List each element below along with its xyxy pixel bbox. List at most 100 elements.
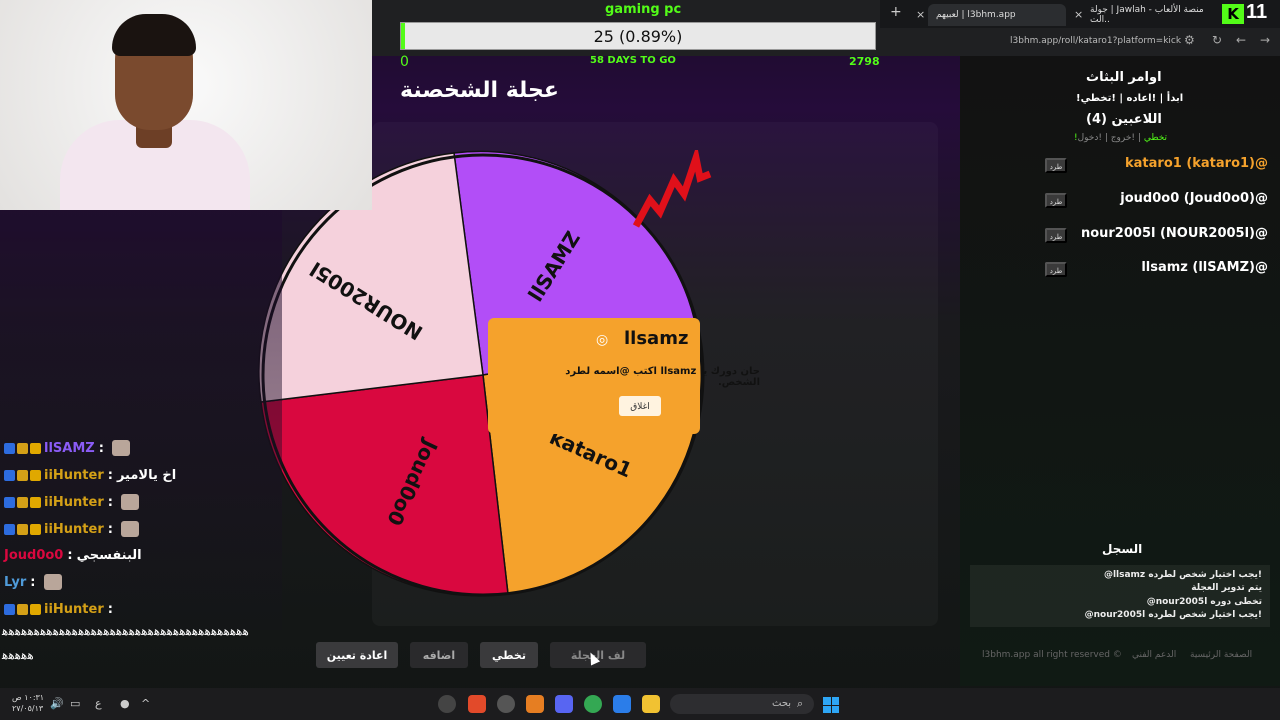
player-command-links: !تخطي | !خروج | !دخول [1074,133,1168,143]
chat-message: iiHunter: [4,518,139,540]
add-button[interactable]: اضافه [410,642,468,668]
spin-button[interactable]: لف العجلة [550,642,646,668]
obs-icon[interactable] [438,695,456,713]
brave-icon[interactable] [468,695,486,713]
close-tab-icon[interactable]: × [916,8,925,21]
reset-button[interactable]: اعادة تعيين [316,642,398,668]
chat-text: اخ يالامير [116,467,177,483]
chat-username: iiHunter [44,601,104,617]
webcam-overlay [0,0,372,210]
chat-spam-line: ﻫﻫﻫﻫﻫﻫﻫﻫﻫﻫﻫﻫﻫﻫﻫﻫﻫﻫﻫﻫﻫﻫﻫﻫﻫﻫﻫﻫﻫﻫﻫﻫﻫﻫﻫﻫﻫﻫﻫ [2,624,250,638]
kick-logo-icon: K [1222,4,1244,24]
player-row: طرد nour2005l (NOUR2005l)@ [1040,226,1268,246]
chat-separator: : [107,601,113,617]
chat-separator: : [98,440,104,456]
footer-rights: l3bhm.app all right reserved © [982,650,1122,660]
address-bar[interactable]: l3bhm.app/roll/kataro1?platform=kick [1010,36,1181,46]
badge-icon [4,496,15,508]
chat-badges [4,603,41,615]
target-icon: ◎ [596,332,609,348]
kick-button[interactable]: طرد [1045,158,1067,173]
badge-icon [30,442,41,454]
goal-min: 0 [400,54,409,70]
clock-time: ١٠:٣١ ص [12,693,45,702]
clock: ١٠:٣١ ص ٢٧/٠٥/١٣ [12,692,44,714]
chat-username: llSAMZ [44,440,95,456]
chevron-up-icon[interactable]: ^ [141,697,150,710]
badge-icon [17,442,28,454]
back-icon[interactable]: → [1260,33,1270,47]
kick-button[interactable]: طرد [1045,262,1067,277]
mic-icon[interactable]: ● [120,697,130,710]
badge-icon [4,442,15,454]
join-command: !دخول [1077,133,1102,143]
leave-command: !خروج [1110,133,1136,143]
badge-icon [4,523,15,535]
chrome-icon[interactable] [584,695,602,713]
tab-label: جولة | Jawlah - منصة الألعاب الت.. [1090,5,1204,25]
chat-badges [4,469,41,481]
badge-icon [17,469,28,481]
log-title: السجل [1102,542,1143,556]
chat-username: Joud0o0 [4,547,64,563]
search-icon: ⌕ [797,697,804,710]
goal-days-to-go: 58 DAYS TO GO [590,55,676,66]
close-popup-button[interactable]: اغلاق [619,396,661,416]
taskbar-search[interactable] [670,694,814,714]
new-tab-button[interactable]: + [890,4,902,20]
reload-icon[interactable]: ↻ [1212,33,1222,47]
kick-button[interactable]: طرد [1045,193,1067,208]
winner-name: llsamz [624,328,689,349]
skip-button[interactable]: تخطي [480,642,538,668]
log-entry: @nour2005l يجب اختيار شخص لطرده! [1084,610,1262,620]
footer-support-link[interactable]: الدعم الفني [1132,650,1176,660]
app-icon[interactable] [497,695,515,713]
badge-icon [4,603,15,615]
player-row: طرد joud0o0 (Joud0o0)@ [1040,191,1268,211]
corner-number: 11 [1246,1,1268,23]
emote-icon [120,521,139,537]
badge-icon [30,523,41,535]
tab-label: لعبيهم | l3bhm.app [936,10,1016,20]
wheel-segment-joud0o0 [260,374,509,597]
clock-date: ٢٧/٠٥/١٣ [12,704,44,713]
chat-separator: : [107,521,113,537]
wifi-icon[interactable]: ▭ [70,697,80,710]
search-placeholder: بحث [772,698,792,709]
badge-icon [17,603,28,615]
goal-title: gaming pc [605,2,682,17]
tab-l3bhm[interactable]: لعبيهم | l3bhm.app [928,4,1066,26]
vlc-icon[interactable] [526,695,544,713]
screen: + لعبيهم | l3bhm.app × جولة | Jawlah - م… [0,0,1280,720]
chat-message: iiHunter: اخ يالامير [4,464,176,486]
close-tab-icon[interactable]: × [1074,8,1083,21]
footer-home-link[interactable]: الصفحة الرئيسية [1190,650,1252,660]
kick-button[interactable]: طرد [1045,228,1067,243]
player-name: kataro1 (kataro1)@ [1125,156,1268,171]
discord-icon[interactable] [555,695,573,713]
chat-message: llSAMZ: [4,437,130,459]
player-name: nour2005l (NOUR2005l)@ [1080,226,1268,241]
player-row: طرد llsamz (llSAMZ)@ [1040,260,1268,280]
tab-jawlah[interactable]: جولة | Jawlah - منصة الألعاب الت.. [1082,4,1217,26]
chat-username: Lyr [4,574,27,590]
forward-icon[interactable]: ← [1236,33,1246,47]
chat-message: Lyr: [4,571,62,593]
badge-icon [30,603,41,615]
goal-progress-bar: 25 (0.89%) [400,22,876,50]
windows-start-icon[interactable] [823,697,839,713]
speaker-icon[interactable]: 🔊 [50,697,64,710]
store-icon[interactable] [613,695,631,713]
commands-list: !ابدأ | !اعاده | !تخطي [1076,93,1184,104]
language-indicator[interactable]: ع [95,697,102,710]
chat-badges [4,496,41,508]
goal-progress-text: 25 (0.89%) [593,27,683,46]
site-settings-icon[interactable]: ⚙ [1184,33,1195,47]
page-title: عجلة الشخصنة [400,78,559,103]
chat-message: Joud0o0: البنفسجي [4,544,142,566]
chat-username: iiHunter [44,494,104,510]
chat-message: iiHunter: [4,491,139,513]
badge-icon [17,496,28,508]
winner-message: حان دورك يا llsamz اكتب @اسمه لطرد الشخص… [565,366,760,388]
folder-icon[interactable] [642,695,660,713]
